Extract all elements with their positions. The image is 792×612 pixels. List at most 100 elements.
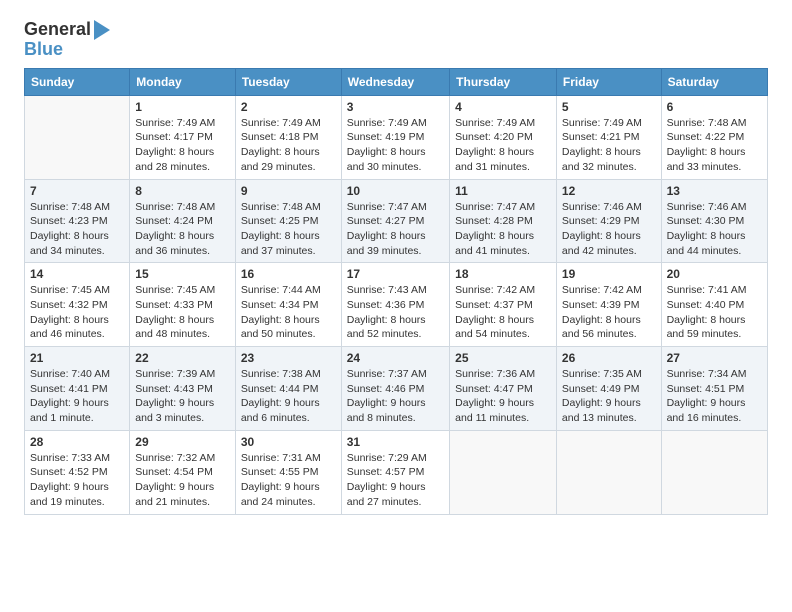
calendar-week-row: 1 Sunrise: 7:49 AM Sunset: 4:17 PM Daylig…	[25, 95, 768, 179]
calendar-table: SundayMondayTuesdayWednesdayThursdayFrid…	[24, 68, 768, 515]
day-info: Sunrise: 7:47 AM Sunset: 4:27 PM Dayligh…	[347, 200, 444, 259]
calendar-cell: 4Sunrise: 7:49 AM Sunset: 4:20 PM Daylig…	[450, 95, 557, 179]
calendar-cell: 8 Sunrise: 7:48 AM Sunset: 4:24 PM Daylig…	[130, 179, 236, 263]
calendar-cell: 10 Sunrise: 7:47 AM Sunset: 4:27 PM Dayli…	[341, 179, 449, 263]
calendar-cell	[450, 430, 557, 514]
day-info: Sunrise: 7:49 AM Sunset: 4:17 PM Dayligh…	[135, 116, 230, 175]
day-info: Sunrise: 7:34 AM Sunset: 4:51 PM Dayligh…	[667, 367, 762, 426]
calendar-cell: 14Sunrise: 7:45 AM Sunset: 4:32 PM Dayli…	[25, 263, 130, 347]
day-number: 22	[135, 351, 230, 365]
day-number: 5	[562, 100, 656, 114]
day-number: 11	[455, 184, 551, 198]
col-header-friday: Friday	[556, 68, 661, 95]
day-number: 6	[667, 100, 762, 114]
day-info: Sunrise: 7:42 AM Sunset: 4:39 PM Dayligh…	[562, 283, 656, 342]
calendar-cell: 31 Sunrise: 7:29 AM Sunset: 4:57 PM Dayli…	[341, 430, 449, 514]
col-header-saturday: Saturday	[661, 68, 767, 95]
day-number: 26	[562, 351, 656, 365]
page-header: General Blue	[24, 20, 768, 60]
calendar-week-row: 7 Sunrise: 7:48 AM Sunset: 4:23 PM Daylig…	[25, 179, 768, 263]
day-info: Sunrise: 7:45 AM Sunset: 4:33 PM Dayligh…	[135, 283, 230, 342]
calendar-cell: 15 Sunrise: 7:45 AM Sunset: 4:33 PM Dayli…	[130, 263, 236, 347]
day-info: Sunrise: 7:36 AM Sunset: 4:47 PM Dayligh…	[455, 367, 551, 426]
day-number: 21	[30, 351, 124, 365]
calendar-cell: 24 Sunrise: 7:37 AM Sunset: 4:46 PM Dayli…	[341, 347, 449, 431]
col-header-thursday: Thursday	[450, 68, 557, 95]
logo-blue: Blue	[24, 40, 63, 60]
logo-general: General	[24, 20, 91, 40]
day-number: 7	[30, 184, 124, 198]
day-number: 30	[241, 435, 336, 449]
day-number: 18	[455, 267, 551, 281]
day-number: 1	[135, 100, 230, 114]
col-header-tuesday: Tuesday	[235, 68, 341, 95]
day-number: 24	[347, 351, 444, 365]
calendar-cell: 18 Sunrise: 7:42 AM Sunset: 4:37 PM Dayli…	[450, 263, 557, 347]
calendar-cell: 7 Sunrise: 7:48 AM Sunset: 4:23 PM Daylig…	[25, 179, 130, 263]
day-info: Sunrise: 7:48 AM Sunset: 4:25 PM Dayligh…	[241, 200, 336, 259]
day-info: Sunrise: 7:38 AM Sunset: 4:44 PM Dayligh…	[241, 367, 336, 426]
day-info: Sunrise: 7:48 AM Sunset: 4:24 PM Dayligh…	[135, 200, 230, 259]
calendar-week-row: 21 Sunrise: 7:40 AM Sunset: 4:41 PM Dayli…	[25, 347, 768, 431]
calendar-cell: 30 Sunrise: 7:31 AM Sunset: 4:55 PM Dayli…	[235, 430, 341, 514]
day-number: 13	[667, 184, 762, 198]
day-info: Sunrise: 7:46 AM Sunset: 4:30 PM Dayligh…	[667, 200, 762, 259]
day-number: 14	[30, 267, 124, 281]
day-number: 20	[667, 267, 762, 281]
day-number: 4	[455, 100, 551, 114]
day-info: Sunrise: 7:31 AM Sunset: 4:55 PM Dayligh…	[241, 451, 336, 510]
day-info: Sunrise: 7:37 AM Sunset: 4:46 PM Dayligh…	[347, 367, 444, 426]
calendar-cell: 5 Sunrise: 7:49 AM Sunset: 4:21 PM Daylig…	[556, 95, 661, 179]
calendar-cell: 11 Sunrise: 7:47 AM Sunset: 4:28 PM Dayli…	[450, 179, 557, 263]
calendar-cell: 22 Sunrise: 7:39 AM Sunset: 4:43 PM Dayli…	[130, 347, 236, 431]
calendar-cell: 21 Sunrise: 7:40 AM Sunset: 4:41 PM Dayli…	[25, 347, 130, 431]
day-info: Sunrise: 7:33 AM Sunset: 4:52 PM Dayligh…	[30, 451, 124, 510]
calendar-cell	[25, 95, 130, 179]
calendar-cell: 17 Sunrise: 7:43 AM Sunset: 4:36 PM Dayli…	[341, 263, 449, 347]
day-number: 27	[667, 351, 762, 365]
day-number: 16	[241, 267, 336, 281]
col-header-sunday: Sunday	[25, 68, 130, 95]
calendar-week-row: 14Sunrise: 7:45 AM Sunset: 4:32 PM Dayli…	[25, 263, 768, 347]
calendar-cell: 28 Sunrise: 7:33 AM Sunset: 4:52 PM Dayli…	[25, 430, 130, 514]
day-number: 15	[135, 267, 230, 281]
calendar-cell: 23Sunrise: 7:38 AM Sunset: 4:44 PM Dayli…	[235, 347, 341, 431]
day-number: 31	[347, 435, 444, 449]
day-number: 17	[347, 267, 444, 281]
day-number: 9	[241, 184, 336, 198]
day-number: 2	[241, 100, 336, 114]
day-info: Sunrise: 7:46 AM Sunset: 4:29 PM Dayligh…	[562, 200, 656, 259]
calendar-cell: 13 Sunrise: 7:46 AM Sunset: 4:30 PM Dayli…	[661, 179, 767, 263]
day-info: Sunrise: 7:42 AM Sunset: 4:37 PM Dayligh…	[455, 283, 551, 342]
day-info: Sunrise: 7:39 AM Sunset: 4:43 PM Dayligh…	[135, 367, 230, 426]
day-number: 8	[135, 184, 230, 198]
calendar-cell: 9 Sunrise: 7:48 AM Sunset: 4:25 PM Daylig…	[235, 179, 341, 263]
day-info: Sunrise: 7:49 AM Sunset: 4:21 PM Dayligh…	[562, 116, 656, 175]
day-number: 10	[347, 184, 444, 198]
day-info: Sunrise: 7:35 AM Sunset: 4:49 PM Dayligh…	[562, 367, 656, 426]
calendar-week-row: 28 Sunrise: 7:33 AM Sunset: 4:52 PM Dayli…	[25, 430, 768, 514]
day-info: Sunrise: 7:48 AM Sunset: 4:23 PM Dayligh…	[30, 200, 124, 259]
calendar-cell	[556, 430, 661, 514]
day-info: Sunrise: 7:32 AM Sunset: 4:54 PM Dayligh…	[135, 451, 230, 510]
logo: General Blue	[24, 20, 110, 60]
calendar-cell: 29 Sunrise: 7:32 AM Sunset: 4:54 PM Dayli…	[130, 430, 236, 514]
calendar-cell: 3Sunrise: 7:49 AM Sunset: 4:19 PM Daylig…	[341, 95, 449, 179]
day-info: Sunrise: 7:47 AM Sunset: 4:28 PM Dayligh…	[455, 200, 551, 259]
day-number: 19	[562, 267, 656, 281]
day-number: 12	[562, 184, 656, 198]
calendar-cell	[661, 430, 767, 514]
day-info: Sunrise: 7:48 AM Sunset: 4:22 PM Dayligh…	[667, 116, 762, 175]
calendar-cell: 19 Sunrise: 7:42 AM Sunset: 4:39 PM Dayli…	[556, 263, 661, 347]
day-info: Sunrise: 7:40 AM Sunset: 4:41 PM Dayligh…	[30, 367, 124, 426]
day-number: 29	[135, 435, 230, 449]
calendar-cell: 1 Sunrise: 7:49 AM Sunset: 4:17 PM Daylig…	[130, 95, 236, 179]
day-info: Sunrise: 7:49 AM Sunset: 4:19 PM Dayligh…	[347, 116, 444, 175]
day-number: 28	[30, 435, 124, 449]
col-header-wednesday: Wednesday	[341, 68, 449, 95]
day-info: Sunrise: 7:43 AM Sunset: 4:36 PM Dayligh…	[347, 283, 444, 342]
calendar-cell: 12 Sunrise: 7:46 AM Sunset: 4:29 PM Dayli…	[556, 179, 661, 263]
calendar-cell: 16Sunrise: 7:44 AM Sunset: 4:34 PM Dayli…	[235, 263, 341, 347]
day-info: Sunrise: 7:29 AM Sunset: 4:57 PM Dayligh…	[347, 451, 444, 510]
calendar-cell: 26 Sunrise: 7:35 AM Sunset: 4:49 PM Dayli…	[556, 347, 661, 431]
